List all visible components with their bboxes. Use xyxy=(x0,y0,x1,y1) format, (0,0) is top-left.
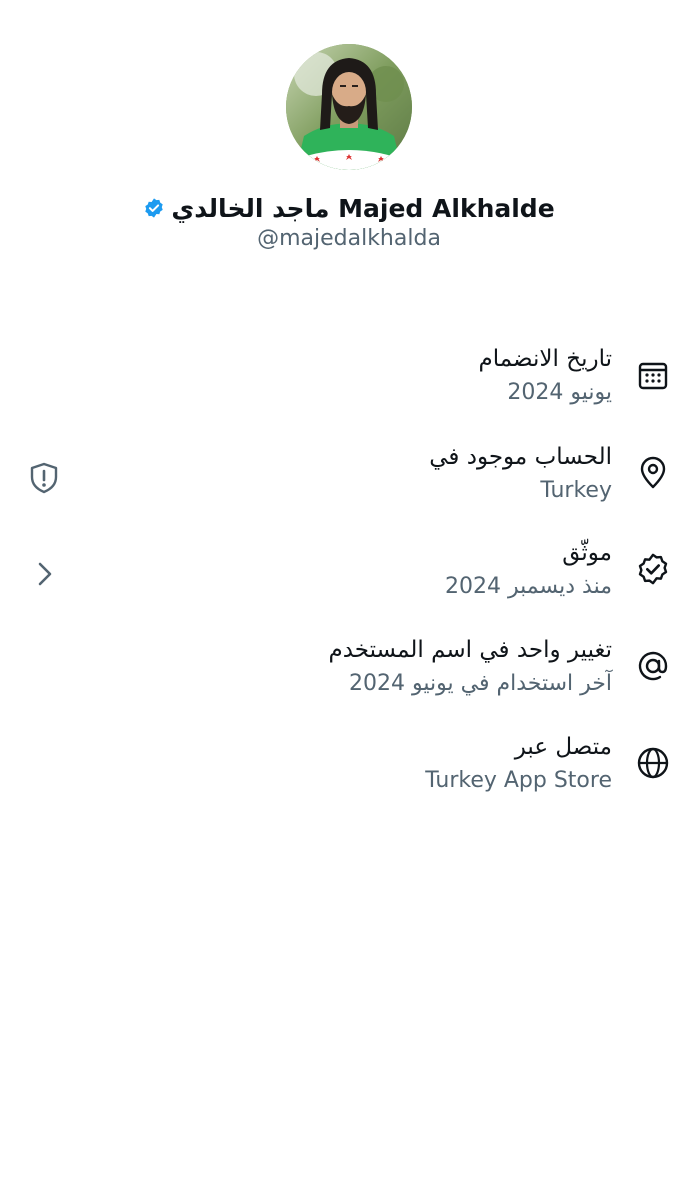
about-row-title: تاريخ الانضمام xyxy=(478,346,612,372)
location-pin-icon xyxy=(636,456,670,490)
about-row-title: متصل عبر xyxy=(514,734,612,760)
about-row-value: Turkey xyxy=(540,478,612,503)
about-row-title: تغيير واحد في اسم المستخدم xyxy=(328,637,612,663)
about-row-connected-via: متصل عبر Turkey App Store xyxy=(0,730,698,810)
avatar[interactable] xyxy=(286,44,412,170)
verified-badge-icon[interactable] xyxy=(143,197,165,219)
about-row-value: آخر استخدام في يونيو 2024 xyxy=(349,671,612,696)
about-row-verified[interactable]: موثّق منذ ديسمبر 2024 xyxy=(0,536,698,616)
about-row-joined: تاريخ الانضمام يونيو 2024 xyxy=(0,342,698,422)
about-row-username-changes: تغيير واحد في اسم المستخدم آخر استخدام ف… xyxy=(0,633,698,713)
globe-icon xyxy=(636,746,670,780)
about-row-value: منذ ديسمبر 2024 xyxy=(445,574,612,599)
about-row-value: يونيو 2024 xyxy=(507,380,612,405)
shield-alert-icon[interactable] xyxy=(26,460,62,496)
verified-badge-icon xyxy=(636,552,670,586)
about-row-location: الحساب موجود في Turkey xyxy=(0,440,698,520)
about-row-title: الحساب موجود في xyxy=(429,444,612,470)
chevron-right-icon[interactable] xyxy=(26,556,62,592)
avatar-photo xyxy=(286,44,412,170)
calendar-icon xyxy=(636,358,670,392)
username-handle: @majedalkhalda xyxy=(257,226,441,251)
display-name: ماجد الخالدي Majed Alkhalde xyxy=(171,193,555,223)
about-row-title: موثّق xyxy=(562,540,612,566)
about-row-value: Turkey App Store xyxy=(425,768,612,793)
profile-name-row: ماجد الخالدي Majed Alkhalde xyxy=(0,188,698,228)
at-sign-icon xyxy=(636,649,670,683)
